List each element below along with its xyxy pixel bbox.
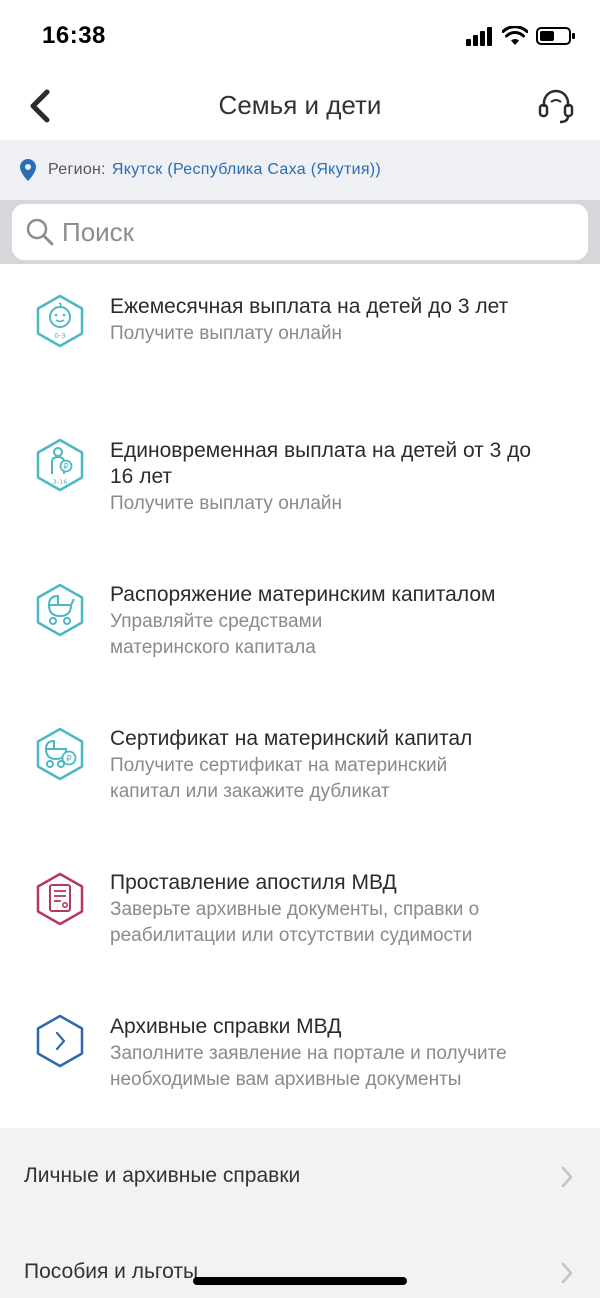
category-label: Личные и архивные справки	[24, 1164, 301, 1187]
service-subtitle: Получите выплату онлайн	[110, 493, 343, 514]
chevron-right-hex-icon	[36, 1014, 84, 1068]
category-item[interactable]: Личные и архивные справки	[0, 1128, 600, 1224]
document-stamp-icon	[36, 872, 84, 926]
list-item[interactable]: 0-3 Ежемесячная выплата на детей до 3 ле…	[0, 264, 600, 408]
service-title: Распоряжение материнским капиталом	[110, 583, 496, 606]
list-item[interactable]: ₽ 3-16 Единовременная выплата на детей о…	[0, 408, 600, 552]
signal-icon	[466, 27, 492, 46]
chevron-right-icon	[561, 1166, 573, 1188]
status-icons	[466, 26, 576, 46]
service-title: Единовременная выплата на детей от 3 до …	[110, 438, 585, 490]
search-input[interactable]: Поиск	[12, 204, 588, 260]
region-value[interactable]: Якутск (Республика Саха (Якутия))	[112, 161, 381, 179]
service-title: Архивные справки МВД	[110, 1015, 342, 1038]
service-subtitle: Заверьте архивные документы, справки о р…	[110, 897, 585, 949]
stroller-icon	[36, 583, 84, 637]
service-title: Проставление апостиля МВД	[110, 871, 397, 894]
search-placeholder: Поиск	[62, 216, 135, 247]
status-bar: 16:38	[0, 0, 600, 72]
service-subtitle-line: Заполните заявление на портале и получит…	[110, 1043, 507, 1064]
service-subtitle-line: Получите сертификат на материнский	[110, 755, 448, 776]
page-title: Семья и дети	[218, 90, 382, 120]
wifi-icon	[502, 26, 528, 45]
list-item[interactable]: ₽ Сертификат на материнский капитал Полу…	[0, 696, 600, 840]
status-time: 16:38	[42, 22, 106, 49]
stroller-ruble-icon: ₽	[36, 727, 84, 781]
service-subtitle-line: необходимые вам архивные документы	[110, 1069, 462, 1090]
category-list: Личные и архивные справки Пособия и льго…	[0, 1128, 600, 1298]
service-subtitle: Получите выплату онлайн	[110, 323, 343, 344]
list-item[interactable]: Распоряжение материнским капиталом Управ…	[0, 552, 600, 696]
category-label: Пособия и льготы	[24, 1260, 199, 1283]
service-title-line: Единовременная выплата на детей от 3 до	[110, 439, 532, 462]
svg-text:3-16: 3-16	[53, 478, 68, 486]
category-item[interactable]: Пособия и льготы	[0, 1224, 600, 1298]
chevron-right-icon	[561, 1262, 573, 1284]
headset-icon	[538, 89, 574, 124]
search-bar: Поиск	[0, 200, 600, 264]
service-subtitle-line: Управляйте средствами	[110, 611, 323, 632]
service-subtitle-line: реабилитации или отсутствии судимости	[110, 925, 473, 946]
svg-text:0-3: 0-3	[54, 332, 65, 340]
support-button[interactable]	[534, 84, 578, 128]
search-icon	[26, 218, 54, 246]
service-subtitle-line: материнского капитала	[110, 637, 316, 658]
nav-bar: Семья и дети	[0, 72, 600, 140]
svg-text:₽: ₽	[66, 755, 72, 765]
service-title: Ежемесячная выплата на детей до 3 лет	[110, 295, 509, 318]
battery-icon	[536, 27, 575, 45]
list-item[interactable]: Проставление апостиля МВД Заверьте архив…	[0, 840, 600, 984]
baby-0-3-icon: 0-3	[36, 294, 84, 348]
service-subtitle: Получите сертификат на материнский капит…	[110, 753, 585, 805]
region-label: Регион:	[48, 161, 106, 178]
home-indicator[interactable]	[193, 1277, 407, 1285]
child-3-16-icon: ₽ 3-16	[36, 438, 84, 492]
service-subtitle-line: Заверьте архивные документы, справки о	[110, 899, 480, 920]
service-subtitle: Заполните заявление на портале и получит…	[110, 1041, 585, 1093]
service-title: Сертификат на материнский капитал	[110, 727, 473, 750]
service-subtitle-line: капитал или закажите дубликат	[110, 781, 390, 802]
region-bar[interactable]: Регион: Якутск (Республика Саха (Якутия)…	[0, 140, 600, 200]
location-pin-icon	[20, 159, 36, 181]
service-subtitle: Управляйте средствами материнского капит…	[110, 609, 585, 661]
service-title-line: 16 лет	[110, 465, 173, 488]
list-item[interactable]: Архивные справки МВД Заполните заявление…	[0, 984, 600, 1128]
svg-text:₽: ₽	[63, 462, 68, 471]
